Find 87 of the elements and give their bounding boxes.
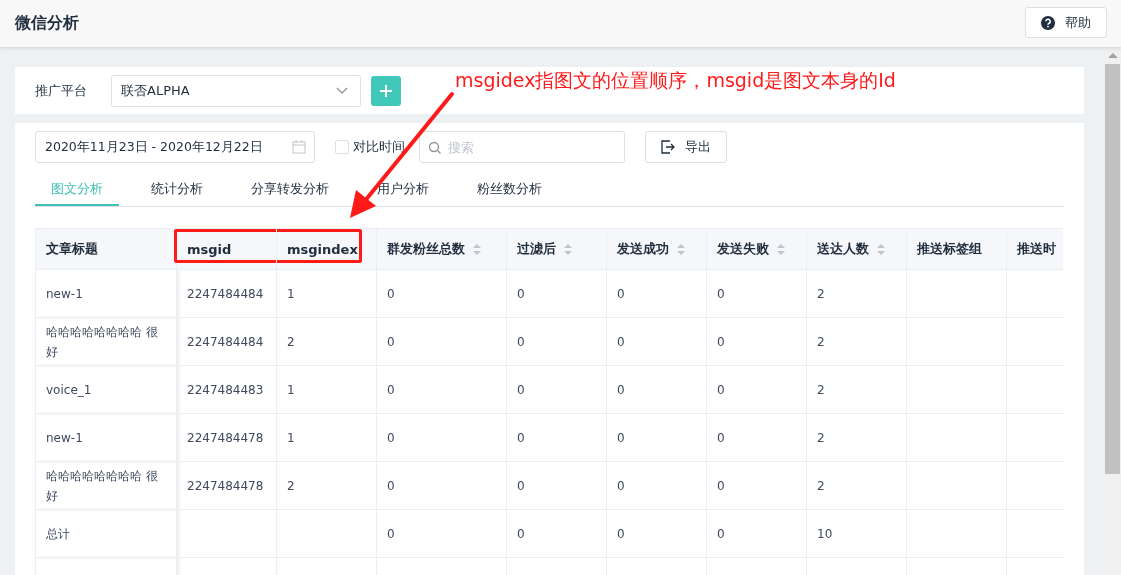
table-cell: 1 [287,430,295,445]
column-header[interactable]: 发送失败 [706,228,807,270]
table-cell: 哈哈哈哈哈哈哈哈 很好 [46,468,158,503]
table-cell: 0 [617,526,625,541]
table-cell: 0 [517,286,525,301]
table-cell: 1 [287,286,295,301]
column-header[interactable]: 送达人数 [806,228,907,270]
table-cell: 0 [517,382,525,397]
table-cell: 2247484478 [187,430,264,445]
annotation-text: msgidex指图文的位置顺序，msgid是图文本身的Id [455,68,896,93]
table-cell: 0 [387,334,395,349]
help-button[interactable]: 帮助 [1025,7,1107,38]
table-cell: 1 [287,382,295,397]
table-cell: 2247484483 [187,382,264,397]
column-header[interactable]: 发送成功 [606,228,707,270]
sort-icon[interactable] [877,244,885,255]
tab[interactable]: 分享转发分析 [235,174,345,206]
column-label: 过滤后 [517,241,556,256]
add-button[interactable] [371,75,401,106]
sort-icon[interactable] [677,244,685,255]
column-label: 推送时 [1017,241,1056,256]
help-icon [1041,15,1055,30]
table-cell: 0 [617,286,625,301]
table-cell: 0 [387,286,395,301]
table-cell: 0 [617,430,625,445]
table-cell: 0 [517,430,525,445]
table-cell: 10 [817,526,833,541]
table-cell: 2247484484 [187,286,264,301]
tab[interactable]: 粉丝数分析 [461,174,558,206]
table-cell: 0 [617,478,625,493]
table-cell: 0 [387,430,395,445]
scrollbar[interactable] [1104,47,1121,575]
table-cell: 2 [287,478,295,493]
table-cell: new-1 [46,286,83,301]
table-cell: 2 [817,478,825,493]
column-label: msgid [187,241,232,257]
scrollbar-thumb[interactable] [1105,64,1120,474]
table-cell: 2 [817,382,825,397]
chevron-down-icon [336,87,348,94]
platform-label: 推广平台 [35,81,88,100]
table-cell: 0 [387,526,395,541]
table-cell: 0 [717,478,725,493]
table-cell: 0 [717,286,725,301]
table-cell: 2 [817,430,825,445]
table-cell: 2 [287,334,295,349]
date-range-field[interactable]: 2020年11月23日 - 2020年12月22日 [35,131,315,163]
column-header[interactable]: 过滤后 [506,228,607,270]
table-cell: 0 [617,334,625,349]
column-header[interactable]: 群发粉丝总数 [376,228,507,270]
compare-label: 对比时间 [353,138,405,156]
compare-checkbox[interactable] [335,140,349,154]
column-label: 文章标题 [46,241,98,256]
column-label: 群发粉丝总数 [387,241,465,256]
table-cell: new-1 [46,430,83,445]
column-label: msgindex [287,241,358,257]
export-button[interactable]: 导出 [645,131,727,163]
table-cell: voice_1 [46,382,92,397]
table-cell: 0 [517,478,525,493]
table-cell: 2 [817,286,825,301]
sort-icon[interactable] [473,244,481,255]
table-cell: 2 [817,334,825,349]
column-label: 发送失败 [717,241,769,256]
table-cell: 0 [387,382,395,397]
search-field[interactable]: 搜索 [419,131,625,163]
column-label: 发送成功 [617,241,669,256]
table-cell: 0 [517,526,525,541]
sort-icon[interactable] [777,244,785,255]
table-cell: 2247484478 [187,478,264,493]
sort-icon[interactable] [564,244,572,255]
plus-icon [379,83,393,98]
table-cell: 0 [617,382,625,397]
table-cell: 0 [717,382,725,397]
table-cell: 0 [387,478,395,493]
table-cell: 2247484484 [187,334,264,349]
export-icon [661,140,675,154]
table-cell: 总计 [46,526,70,541]
table-cell: 0 [717,526,725,541]
column-label: 送达人数 [817,241,869,256]
tab[interactable]: 统计分析 [135,174,219,206]
table-cell: 0 [517,334,525,349]
table-cell: 0 [717,334,725,349]
calendar-icon [292,140,306,154]
platform-select[interactable]: 联否ALPHA [111,74,361,107]
table-cell: 哈哈哈哈哈哈哈哈 很好 [46,324,158,359]
table-cell: 0 [717,430,725,445]
page-title: 微信分析 [15,13,79,34]
column-label: 推送标签组 [917,241,982,256]
